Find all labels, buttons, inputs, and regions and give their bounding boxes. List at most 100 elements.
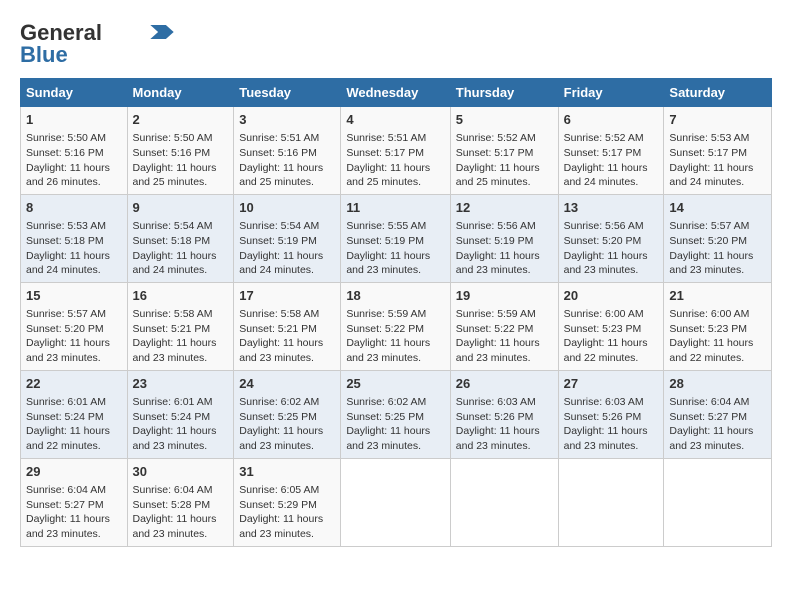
calendar-cell: 29 Sunrise: 6:04 AMSunset: 5:27 PMDayligh… — [21, 458, 128, 546]
cell-info: Sunrise: 6:02 AMSunset: 5:25 PMDaylight:… — [346, 395, 444, 454]
day-number: 2 — [133, 111, 229, 129]
day-number: 20 — [564, 287, 659, 305]
calendar-cell: 5Sunrise: 5:52 AMSunset: 5:17 PMDaylight… — [450, 107, 558, 195]
calendar-cell: 6 Sunrise: 5:52 AMSunset: 5:17 PMDaylight… — [558, 107, 664, 195]
calendar-week-row: 22 Sunrise: 6:01 AMSunset: 5:24 PMDayligh… — [21, 370, 772, 458]
calendar-cell: 28Sunrise: 6:04 AMSunset: 5:27 PMDayligh… — [664, 370, 772, 458]
calendar-cell — [558, 458, 664, 546]
cell-info: Sunrise: 6:04 AMSunset: 5:28 PMDaylight:… — [133, 483, 229, 542]
calendar-cell: 25 Sunrise: 6:02 AMSunset: 5:25 PMDayligh… — [341, 370, 450, 458]
cell-info: Sunrise: 5:57 AMSunset: 5:20 PMDaylight:… — [669, 219, 766, 278]
day-number: 1 — [26, 111, 122, 129]
day-number: 26 — [456, 375, 553, 393]
logo: General Blue — [20, 20, 174, 68]
calendar-cell: 17 Sunrise: 5:58 AMSunset: 5:21 PMDayligh… — [234, 282, 341, 370]
calendar-cell: 9Sunrise: 5:54 AMSunset: 5:18 PMDaylight… — [127, 194, 234, 282]
header-monday: Monday — [127, 79, 234, 107]
calendar-cell: 20Sunrise: 6:00 AMSunset: 5:23 PMDayligh… — [558, 282, 664, 370]
calendar-week-row: 29 Sunrise: 6:04 AMSunset: 5:27 PMDayligh… — [21, 458, 772, 546]
calendar-cell: 13Sunrise: 5:56 AMSunset: 5:20 PMDayligh… — [558, 194, 664, 282]
cell-info: Sunrise: 6:00 AMSunset: 5:23 PMDaylight:… — [669, 307, 766, 366]
calendar-cell: 1 Sunrise: 5:50 AMSunset: 5:16 PMDaylight… — [21, 107, 128, 195]
calendar-cell: 11 Sunrise: 5:55 AMSunset: 5:19 PMDayligh… — [341, 194, 450, 282]
header-wednesday: Wednesday — [341, 79, 450, 107]
day-number: 3 — [239, 111, 335, 129]
day-number: 9 — [133, 199, 229, 217]
calendar-header-row: SundayMondayTuesdayWednesdayThursdayFrid… — [21, 79, 772, 107]
day-number: 16 — [133, 287, 229, 305]
day-number: 25 — [346, 375, 444, 393]
cell-info: Sunrise: 5:50 AMSunset: 5:16 PMDaylight:… — [26, 131, 122, 190]
cell-info: Sunrise: 5:53 AMSunset: 5:17 PMDaylight:… — [669, 131, 766, 190]
cell-info: Sunrise: 5:50 AMSunset: 5:16 PMDaylight:… — [133, 131, 229, 190]
calendar-body: 1 Sunrise: 5:50 AMSunset: 5:16 PMDaylight… — [21, 107, 772, 547]
day-number: 5 — [456, 111, 553, 129]
logo-icon — [150, 25, 174, 39]
day-number: 14 — [669, 199, 766, 217]
cell-info: Sunrise: 5:58 AMSunset: 5:21 PMDaylight:… — [239, 307, 335, 366]
day-number: 27 — [564, 375, 659, 393]
cell-info: Sunrise: 6:01 AMSunset: 5:24 PMDaylight:… — [133, 395, 229, 454]
cell-info: Sunrise: 6:02 AMSunset: 5:25 PMDaylight:… — [239, 395, 335, 454]
calendar-cell: 19Sunrise: 5:59 AMSunset: 5:22 PMDayligh… — [450, 282, 558, 370]
day-number: 23 — [133, 375, 229, 393]
cell-info: Sunrise: 6:03 AMSunset: 5:26 PMDaylight:… — [564, 395, 659, 454]
day-number: 4 — [346, 111, 444, 129]
calendar-cell: 2 Sunrise: 5:50 AMSunset: 5:16 PMDaylight… — [127, 107, 234, 195]
cell-info: Sunrise: 5:53 AMSunset: 5:18 PMDaylight:… — [26, 219, 122, 278]
day-number: 30 — [133, 463, 229, 481]
day-number: 29 — [26, 463, 122, 481]
calendar-cell — [450, 458, 558, 546]
calendar-cell — [341, 458, 450, 546]
calendar-cell: 15 Sunrise: 5:57 AMSunset: 5:20 PMDayligh… — [21, 282, 128, 370]
day-number: 18 — [346, 287, 444, 305]
cell-info: Sunrise: 5:52 AMSunset: 5:17 PMDaylight:… — [564, 131, 659, 190]
cell-info: Sunrise: 5:59 AMSunset: 5:22 PMDaylight:… — [346, 307, 444, 366]
cell-info: Sunrise: 6:03 AMSunset: 5:26 PMDaylight:… — [456, 395, 553, 454]
cell-info: Sunrise: 5:55 AMSunset: 5:19 PMDaylight:… — [346, 219, 444, 278]
calendar-cell: 12Sunrise: 5:56 AMSunset: 5:19 PMDayligh… — [450, 194, 558, 282]
calendar-cell: 27 Sunrise: 6:03 AMSunset: 5:26 PMDayligh… — [558, 370, 664, 458]
cell-info: Sunrise: 6:01 AMSunset: 5:24 PMDaylight:… — [26, 395, 122, 454]
day-number: 8 — [26, 199, 122, 217]
calendar-cell: 21Sunrise: 6:00 AMSunset: 5:23 PMDayligh… — [664, 282, 772, 370]
calendar-cell: 24 Sunrise: 6:02 AMSunset: 5:25 PMDayligh… — [234, 370, 341, 458]
calendar-cell: 22 Sunrise: 6:01 AMSunset: 5:24 PMDayligh… — [21, 370, 128, 458]
header-sunday: Sunday — [21, 79, 128, 107]
cell-info: Sunrise: 5:51 AMSunset: 5:17 PMDaylight:… — [346, 131, 444, 190]
calendar-week-row: 15 Sunrise: 5:57 AMSunset: 5:20 PMDayligh… — [21, 282, 772, 370]
day-number: 10 — [239, 199, 335, 217]
calendar-cell: 14 Sunrise: 5:57 AMSunset: 5:20 PMDayligh… — [664, 194, 772, 282]
cell-info: Sunrise: 6:05 AMSunset: 5:29 PMDaylight:… — [239, 483, 335, 542]
logo-blue: Blue — [20, 42, 68, 68]
calendar-week-row: 8 Sunrise: 5:53 AMSunset: 5:18 PMDaylight… — [21, 194, 772, 282]
header-friday: Friday — [558, 79, 664, 107]
cell-info: Sunrise: 6:04 AMSunset: 5:27 PMDaylight:… — [26, 483, 122, 542]
calendar-cell: 23 Sunrise: 6:01 AMSunset: 5:24 PMDayligh… — [127, 370, 234, 458]
day-number: 7 — [669, 111, 766, 129]
calendar-cell — [664, 458, 772, 546]
calendar-cell: 31Sunrise: 6:05 AMSunset: 5:29 PMDayligh… — [234, 458, 341, 546]
calendar-cell: 10Sunrise: 5:54 AMSunset: 5:19 PMDayligh… — [234, 194, 341, 282]
day-number: 11 — [346, 199, 444, 217]
calendar-cell: 4 Sunrise: 5:51 AMSunset: 5:17 PMDaylight… — [341, 107, 450, 195]
day-number: 12 — [456, 199, 553, 217]
header-saturday: Saturday — [664, 79, 772, 107]
calendar-cell: 18 Sunrise: 5:59 AMSunset: 5:22 PMDayligh… — [341, 282, 450, 370]
day-number: 17 — [239, 287, 335, 305]
calendar-cell: 30 Sunrise: 6:04 AMSunset: 5:28 PMDayligh… — [127, 458, 234, 546]
day-number: 22 — [26, 375, 122, 393]
calendar-cell: 7 Sunrise: 5:53 AMSunset: 5:17 PMDaylight… — [664, 107, 772, 195]
cell-info: Sunrise: 5:59 AMSunset: 5:22 PMDaylight:… — [456, 307, 553, 366]
cell-info: Sunrise: 5:57 AMSunset: 5:20 PMDaylight:… — [26, 307, 122, 366]
cell-info: Sunrise: 5:58 AMSunset: 5:21 PMDaylight:… — [133, 307, 229, 366]
calendar-cell: 26 Sunrise: 6:03 AMSunset: 5:26 PMDayligh… — [450, 370, 558, 458]
day-number: 24 — [239, 375, 335, 393]
day-number: 6 — [564, 111, 659, 129]
day-number: 15 — [26, 287, 122, 305]
header-thursday: Thursday — [450, 79, 558, 107]
cell-info: Sunrise: 5:51 AMSunset: 5:16 PMDaylight:… — [239, 131, 335, 190]
calendar-table: SundayMondayTuesdayWednesdayThursdayFrid… — [20, 78, 772, 547]
header: General Blue — [20, 20, 772, 68]
cell-info: Sunrise: 5:56 AMSunset: 5:20 PMDaylight:… — [564, 219, 659, 278]
